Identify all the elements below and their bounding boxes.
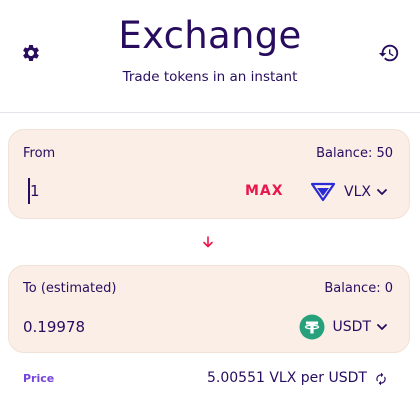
chevron-down-icon xyxy=(377,187,387,197)
exchange-header: Exchange Trade tokens in an instant xyxy=(0,0,420,113)
price-label: Price xyxy=(23,372,55,385)
history-button[interactable] xyxy=(376,40,402,66)
to-balance: Balance: 0 xyxy=(324,281,393,296)
from-amount-input[interactable] xyxy=(28,178,208,204)
from-token-symbol: VLX xyxy=(344,184,371,200)
swap-direction-button[interactable] xyxy=(200,234,216,250)
price-value: 5.00551 VLX per USDT xyxy=(207,370,367,386)
arrow-down-icon xyxy=(203,236,213,248)
tether-logo-icon xyxy=(299,314,325,340)
history-icon xyxy=(378,44,399,62)
from-token-select[interactable]: VLX xyxy=(310,179,387,205)
max-button[interactable]: MAX xyxy=(245,183,284,199)
page-title: Exchange xyxy=(118,14,302,57)
from-balance: Balance: 50 xyxy=(316,146,393,161)
to-token-select[interactable]: USDT xyxy=(299,314,387,340)
to-amount-field[interactable]: 0.19978 xyxy=(23,318,85,336)
to-panel: To (estimated) Balance: 0 0.19978 USDT xyxy=(8,265,410,353)
from-panel: From Balance: 50 MAX VLX xyxy=(8,129,410,219)
chevron-down-icon xyxy=(377,322,387,332)
to-label: To (estimated) xyxy=(23,281,117,296)
page-subtitle: Trade tokens in an instant xyxy=(122,69,298,85)
refresh-icon xyxy=(376,372,386,386)
refresh-price-button[interactable] xyxy=(372,370,390,388)
velas-logo-icon xyxy=(310,179,336,205)
to-token-symbol: USDT xyxy=(332,319,371,335)
from-label: From xyxy=(23,146,56,161)
